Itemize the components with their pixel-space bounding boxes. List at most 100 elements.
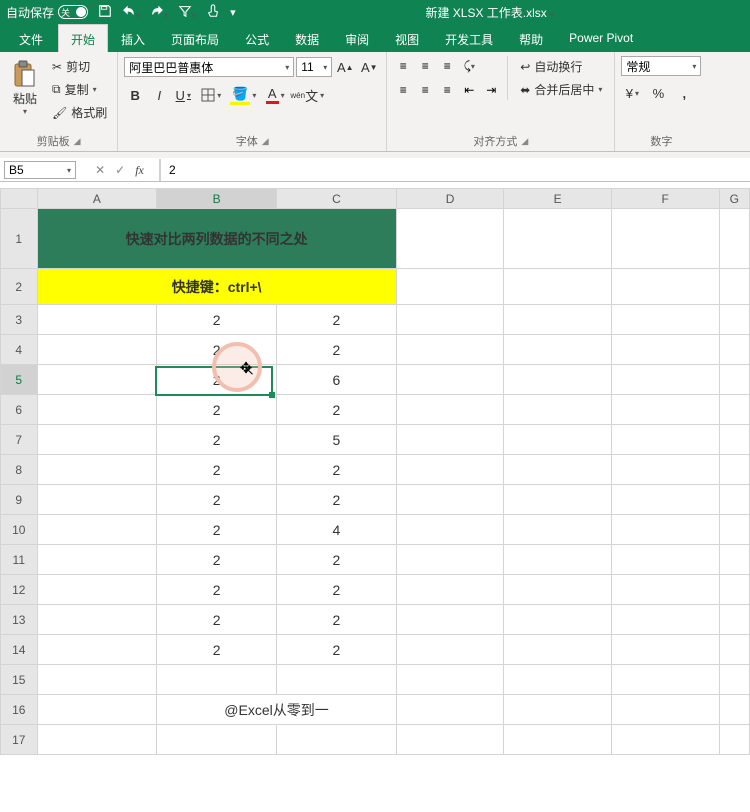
tab-insert[interactable]: 插入 bbox=[108, 24, 158, 52]
col-header-A[interactable]: A bbox=[37, 189, 157, 209]
tab-view[interactable]: 视图 bbox=[382, 24, 432, 52]
name-box[interactable]: B5▾ bbox=[4, 161, 76, 179]
worksheet-grid[interactable]: A B C D E F G 1 快速对比两列数据的不同之处 2 快捷键：ctrl… bbox=[0, 188, 750, 755]
row-header[interactable]: 4 bbox=[1, 335, 38, 365]
row-header[interactable]: 9 bbox=[1, 485, 38, 515]
cell-selected[interactable]: 2 bbox=[157, 365, 277, 395]
tab-review[interactable]: 审阅 bbox=[332, 24, 382, 52]
cell[interactable]: 2 bbox=[277, 395, 397, 425]
cell[interactable]: 2 bbox=[157, 335, 277, 365]
cell[interactable]: 2 bbox=[157, 455, 277, 485]
cell[interactable]: 2 bbox=[277, 485, 397, 515]
tab-power-pivot[interactable]: Power Pivot bbox=[556, 24, 646, 52]
cell[interactable]: 2 bbox=[277, 305, 397, 335]
comma-icon[interactable]: , bbox=[673, 82, 695, 104]
cell[interactable]: 2 bbox=[157, 425, 277, 455]
align-top-icon[interactable]: ≡ bbox=[393, 56, 413, 76]
row-header[interactable]: 3 bbox=[1, 305, 38, 335]
title-cell[interactable]: 快速对比两列数据的不同之处 bbox=[37, 209, 396, 269]
clipboard-launcher-icon[interactable]: ◢ bbox=[74, 136, 81, 147]
cell[interactable]: 6 bbox=[277, 365, 397, 395]
row-header[interactable]: 13 bbox=[1, 605, 38, 635]
cell[interactable]: 2 bbox=[277, 635, 397, 665]
cancel-icon[interactable]: ✕ bbox=[95, 163, 105, 177]
orientation-icon[interactable]: ⤹▾ bbox=[459, 56, 479, 76]
row-header[interactable]: 11 bbox=[1, 545, 38, 575]
italic-button[interactable]: I bbox=[148, 84, 170, 106]
col-header-E[interactable]: E bbox=[504, 189, 612, 209]
autosave-toggle[interactable]: 自动保存 关 bbox=[6, 4, 88, 21]
decrease-font-icon[interactable]: A▼ bbox=[358, 56, 380, 78]
percent-icon[interactable]: % bbox=[647, 82, 669, 104]
cell[interactable]: 2 bbox=[277, 575, 397, 605]
cell[interactable]: 2 bbox=[157, 605, 277, 635]
row-header[interactable]: 7 bbox=[1, 425, 38, 455]
align-bottom-icon[interactable]: ≡ bbox=[437, 56, 457, 76]
cell[interactable]: 2 bbox=[277, 545, 397, 575]
tab-data[interactable]: 数据 bbox=[282, 24, 332, 52]
alignment-launcher-icon[interactable]: ◢ bbox=[521, 136, 528, 147]
row-header[interactable]: 2 bbox=[1, 269, 38, 305]
cell[interactable]: 2 bbox=[157, 515, 277, 545]
tab-developer[interactable]: 开发工具 bbox=[432, 24, 506, 52]
cell[interactable]: 2 bbox=[157, 545, 277, 575]
cell[interactable]: 2 bbox=[157, 575, 277, 605]
col-header-B[interactable]: B bbox=[157, 189, 277, 209]
cell[interactable]: 2 bbox=[157, 305, 277, 335]
tab-file[interactable]: 文件 bbox=[4, 24, 58, 52]
col-header-F[interactable]: F bbox=[611, 189, 719, 209]
formula-bar[interactable]: 2 bbox=[160, 159, 750, 181]
col-header-D[interactable]: D bbox=[396, 189, 504, 209]
phonetic-button[interactable]: wén文 bbox=[292, 84, 322, 106]
bold-button[interactable]: B bbox=[124, 84, 146, 106]
font-name-select[interactable]: 阿里巴巴普惠体▾ bbox=[124, 57, 294, 77]
undo-icon[interactable]: ▾ bbox=[122, 4, 140, 21]
autosave-switch[interactable]: 关 bbox=[58, 5, 88, 19]
cell[interactable]: 5 bbox=[277, 425, 397, 455]
tab-page-layout[interactable]: 页面布局 bbox=[158, 24, 232, 52]
cut-button[interactable]: ✂剪切 bbox=[48, 56, 111, 77]
format-painter-button[interactable]: 🖌格式刷 bbox=[48, 102, 111, 123]
row-header[interactable]: 10 bbox=[1, 515, 38, 545]
merge-center-button[interactable]: ⬌合并后居中 ▾ bbox=[514, 79, 608, 100]
indent-increase-icon[interactable]: ⇥ bbox=[481, 80, 501, 100]
row-header[interactable]: 1 bbox=[1, 209, 38, 269]
increase-font-icon[interactable]: A▲ bbox=[334, 56, 356, 78]
font-color-button[interactable]: A bbox=[260, 84, 290, 106]
copy-button[interactable]: ⧉复制 ▾ bbox=[48, 79, 111, 100]
row-header[interactable]: 15 bbox=[1, 665, 38, 695]
row-header[interactable]: 12 bbox=[1, 575, 38, 605]
cell[interactable]: 2 bbox=[157, 485, 277, 515]
subtitle-cell[interactable]: 快捷键：ctrl+\ bbox=[37, 269, 396, 305]
filter-icon[interactable]: ▾ bbox=[178, 4, 196, 21]
align-center-icon[interactable]: ≡ bbox=[415, 80, 435, 100]
col-header-C[interactable]: C bbox=[277, 189, 397, 209]
touch-icon[interactable] bbox=[206, 4, 220, 21]
tab-help[interactable]: 帮助 bbox=[506, 24, 556, 52]
cell[interactable]: 2 bbox=[157, 635, 277, 665]
underline-button[interactable]: U bbox=[172, 84, 194, 106]
tab-formulas[interactable]: 公式 bbox=[232, 24, 282, 52]
wrap-text-button[interactable]: ↩自动换行 bbox=[514, 56, 608, 77]
cell[interactable]: 2 bbox=[157, 395, 277, 425]
number-format-select[interactable]: 常规▾ bbox=[621, 56, 701, 76]
border-button[interactable] bbox=[196, 84, 226, 106]
row-header[interactable]: 8 bbox=[1, 455, 38, 485]
col-header-G[interactable]: G bbox=[719, 189, 749, 209]
row-header[interactable]: 6 bbox=[1, 395, 38, 425]
cell[interactable]: 4 bbox=[277, 515, 397, 545]
save-icon[interactable] bbox=[98, 4, 112, 21]
fill-color-button[interactable]: 🪣 bbox=[228, 84, 258, 106]
select-all-corner[interactable] bbox=[1, 189, 38, 209]
row-header[interactable]: 14 bbox=[1, 635, 38, 665]
currency-icon[interactable]: ¥ bbox=[621, 82, 643, 104]
font-launcher-icon[interactable]: ◢ bbox=[262, 136, 269, 147]
row-header[interactable]: 5 bbox=[1, 365, 38, 395]
indent-decrease-icon[interactable]: ⇤ bbox=[459, 80, 479, 100]
cell[interactable]: 2 bbox=[277, 605, 397, 635]
font-size-select[interactable]: 11▾ bbox=[296, 57, 332, 77]
cell[interactable]: 2 bbox=[277, 335, 397, 365]
grid-table[interactable]: A B C D E F G 1 快速对比两列数据的不同之处 2 快捷键：ctrl… bbox=[0, 188, 750, 755]
tab-home[interactable]: 开始 bbox=[58, 24, 108, 52]
cell[interactable]: 2 bbox=[277, 455, 397, 485]
